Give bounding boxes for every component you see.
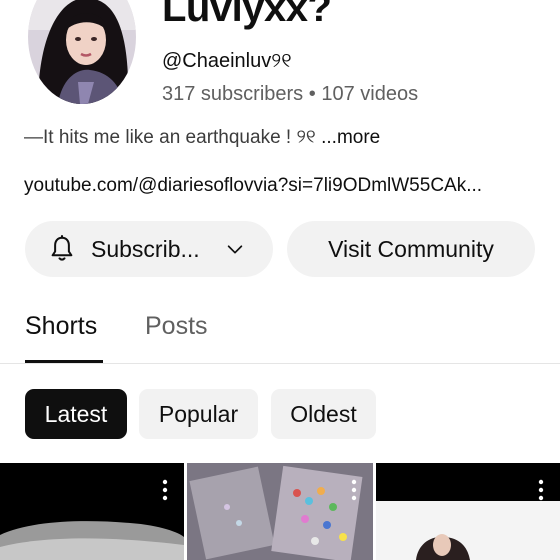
channel-link[interactable]: youtube.com/@diariesoflovvia?si=7li9ODml… [24, 175, 544, 197]
bell-icon [51, 235, 73, 261]
filter-popular[interactable]: Popular [139, 389, 258, 439]
video-count: 107 videos [321, 83, 419, 105]
visit-community-button[interactable]: Visit Community [287, 221, 535, 277]
more-vert-icon[interactable] [162, 479, 168, 501]
more-vert-icon[interactable] [538, 479, 544, 501]
subscribe-button[interactable]: Subscrib... [25, 221, 273, 277]
short-thumbnail[interactable] [376, 463, 560, 560]
description-text: —It hits me like an earthquake ! ୨୧ [24, 127, 322, 148]
channel-avatar[interactable] [28, 0, 136, 104]
subscriber-count: 317 subscribers [162, 83, 304, 105]
channel-handle: @Chaeinluv୨୧ [162, 50, 292, 72]
tab-shorts[interactable]: Shorts [25, 312, 97, 341]
filter-latest[interactable]: Latest [25, 389, 127, 439]
more-link[interactable]: ...more [321, 127, 380, 148]
filter-oldest[interactable]: Oldest [271, 389, 376, 439]
short-thumbnail[interactable] [0, 463, 184, 560]
chevron-down-icon [227, 245, 242, 254]
channel-title: Luvlyxx? [162, 0, 332, 30]
subscribe-label: Subscrib... [91, 235, 200, 262]
short-thumbnail[interactable] [187, 463, 373, 560]
more-vert-icon[interactable] [351, 479, 357, 501]
stats-separator: • [308, 83, 316, 105]
tab-divider [0, 363, 560, 364]
tab-posts[interactable]: Posts [145, 312, 208, 341]
channel-stats: 317 subscribers • 107 videos [162, 83, 418, 106]
channel-description[interactable]: —It hits me like an earthquake ! ୨୧ ...m… [24, 127, 380, 149]
